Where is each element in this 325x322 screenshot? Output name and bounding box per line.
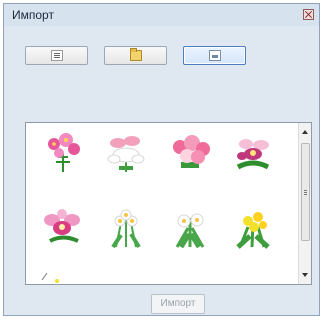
- gallery-item[interactable]: [165, 129, 215, 177]
- gallery-item[interactable]: [228, 129, 278, 177]
- folder-icon: [130, 48, 142, 61]
- vertical-scrollbar[interactable]: [298, 123, 311, 284]
- gallery-item[interactable]: [165, 203, 215, 251]
- close-button[interactable]: [303, 9, 314, 20]
- title-bar: Импорт: [4, 4, 319, 26]
- scroll-down-arrow-icon[interactable]: [302, 273, 308, 277]
- gallery-item[interactable]: [38, 203, 88, 251]
- image-gallery[interactable]: [25, 122, 312, 285]
- list-icon: [51, 50, 63, 61]
- scroll-up-arrow-icon[interactable]: [302, 130, 308, 134]
- import-dialog: Импорт Импорт: [3, 3, 320, 316]
- import-button[interactable]: Импорт: [151, 294, 205, 314]
- gallery-item[interactable]: [101, 129, 151, 177]
- gallery-item[interactable]: [228, 203, 278, 251]
- grip-icon: [304, 190, 307, 191]
- thumbnail-view-button[interactable]: [183, 46, 246, 65]
- gallery-item[interactable]: [101, 203, 151, 251]
- thumbnail-icon: [209, 50, 221, 61]
- dialog-title: Импорт: [12, 8, 54, 22]
- gallery-item[interactable]: [38, 268, 88, 284]
- list-view-button[interactable]: [25, 46, 88, 65]
- open-folder-button[interactable]: [104, 46, 167, 65]
- gallery-item[interactable]: [38, 129, 88, 177]
- scroll-thumb[interactable]: [301, 143, 310, 241]
